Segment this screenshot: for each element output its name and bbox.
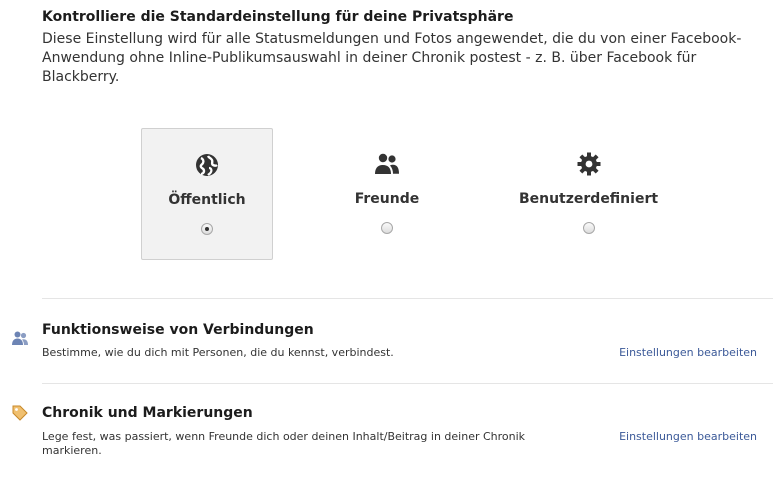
- divider: [42, 298, 773, 299]
- globe-icon: [196, 154, 218, 176]
- option-public-label: Öffentlich: [168, 192, 246, 208]
- option-friends-label: Freunde: [354, 191, 420, 207]
- section-connections-title: Funktionsweise von Verbindungen: [42, 322, 314, 338]
- audience-options: Öffentlich Freunde Benutzerdefiniert: [141, 128, 701, 260]
- option-custom[interactable]: Benutzerdefiniert: [501, 128, 676, 260]
- gear-icon: [577, 152, 600, 176]
- connections-edit-link[interactable]: Einstellungen bearbeiten: [619, 346, 757, 359]
- option-custom-label: Benutzerdefiniert: [518, 191, 659, 207]
- friends-small-icon: [12, 331, 28, 345]
- privacy-intro: Diese Einstellung wird für alle Statusme…: [42, 31, 742, 85]
- privacy-heading: Kontrolliere die Standardeinstellung für…: [42, 9, 514, 25]
- section-timeline-desc: Lege fest, was passiert, wenn Freunde di…: [42, 430, 526, 457]
- tag-icon: [12, 405, 28, 421]
- option-friends-radio[interactable]: [381, 222, 393, 234]
- section-timeline-title: Chronik und Markierungen: [42, 405, 253, 421]
- friends-icon: [375, 153, 399, 174]
- option-custom-radio[interactable]: [582, 222, 595, 234]
- option-public-radio[interactable]: [201, 223, 213, 235]
- option-public[interactable]: Öffentlich: [141, 128, 273, 260]
- timeline-edit-link[interactable]: Einstellungen bearbeiten: [619, 430, 757, 443]
- option-friends[interactable]: Freunde: [317, 128, 457, 260]
- section-connections-desc: Bestimme, wie du dich mit Personen, die …: [42, 346, 394, 359]
- divider: [42, 383, 773, 384]
